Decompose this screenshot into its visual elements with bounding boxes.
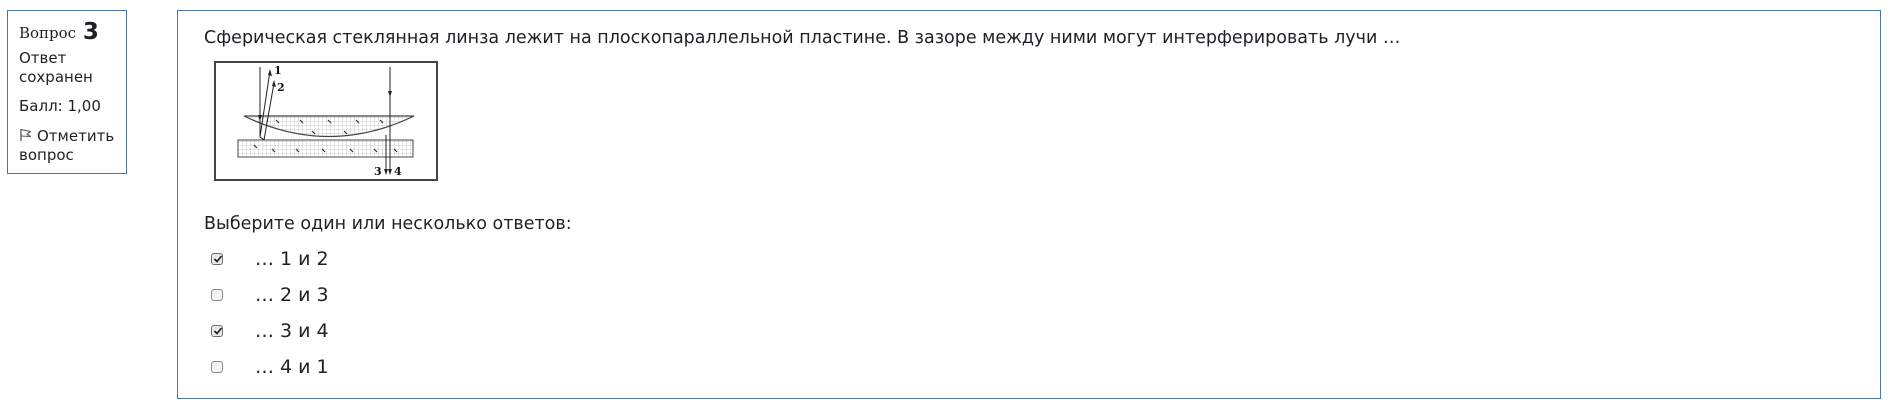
question-content: Сферическая стеклянная линза лежит на пл…: [177, 10, 1881, 399]
answer-option[interactable]: … 3 и 4: [211, 320, 711, 346]
figure-label-1: 1: [274, 64, 282, 77]
answer-label[interactable]: … 1 и 2: [255, 248, 329, 270]
flag-question-link[interactable]: Отметить вопрос: [19, 127, 126, 165]
answer-label[interactable]: … 3 и 4: [255, 320, 329, 342]
answer-option[interactable]: … 2 и 3: [211, 284, 711, 310]
flag-icon: [19, 128, 33, 142]
answer-option[interactable]: … 1 и 2: [211, 248, 711, 274]
figure-label-4: 4: [394, 165, 402, 178]
question-text: Сферическая стеклянная линза лежит на пл…: [204, 28, 1401, 48]
glass-plate: [237, 139, 414, 158]
question-state: Ответ сохранен: [19, 49, 93, 86]
answer-checkbox[interactable]: [211, 325, 223, 337]
question-number-value: 3: [82, 19, 99, 45]
question-grade: Балл: 1,00: [19, 97, 101, 115]
answer-checkbox[interactable]: [211, 253, 223, 265]
answer-checkbox[interactable]: [211, 289, 223, 301]
answer-prompt: Выберите один или несколько ответов:: [204, 214, 572, 234]
answer-checkbox[interactable]: [211, 361, 223, 373]
answer-label[interactable]: … 4 и 1: [255, 356, 329, 378]
answer-label[interactable]: … 2 и 3: [255, 284, 329, 306]
question-label: Вопрос: [19, 24, 77, 42]
figure-label-2: 2: [277, 81, 285, 94]
answer-option[interactable]: … 4 и 1: [211, 356, 711, 382]
question-info-panel: Вопрос 3 Ответ сохранен Балл: 1,00 Отмет…: [7, 10, 127, 174]
lens-diagram: 1 2 3 4: [214, 61, 439, 196]
figure-label-3: 3: [374, 165, 382, 178]
question-number: Вопрос 3: [19, 19, 126, 45]
flag-question-label: Отметить вопрос: [19, 127, 115, 164]
